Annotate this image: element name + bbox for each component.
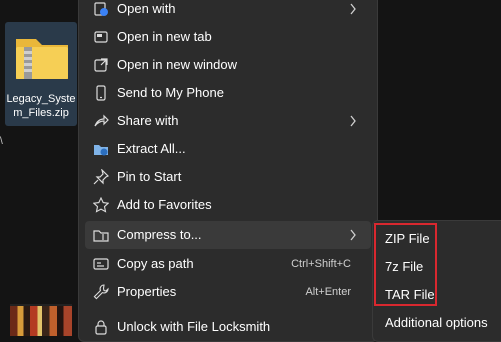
menu-item-label: Share with <box>117 113 179 128</box>
menu-item-send-to-phone[interactable]: Send to My Phone <box>85 79 371 107</box>
file-name-label: Legacy_System_Files.zip <box>6 93 76 119</box>
phone-icon <box>96 85 106 101</box>
menu-item-copy-as-path[interactable]: Copy as path Ctrl+Shift+C <box>85 250 371 278</box>
zip-folder-icon <box>16 39 68 79</box>
menu-item-open-with[interactable]: Open with <box>85 0 371 23</box>
menu-item-add-favorites[interactable]: Add to Favorites <box>85 191 371 219</box>
new-tab-icon <box>94 31 108 43</box>
context-menu: Open with Open in new tab Open in new wi… <box>78 0 378 342</box>
menu-item-open-new-tab[interactable]: Open in new tab <box>85 23 371 51</box>
menu-item-unlock-locksmith[interactable]: Unlock with File Locksmith <box>85 313 371 341</box>
share-icon <box>94 114 109 127</box>
shortcut-label: Alt+Enter <box>305 286 351 298</box>
chevron-right-icon <box>350 3 356 15</box>
chevron-right-icon <box>350 229 356 241</box>
highlight-annotation-box <box>374 223 437 306</box>
menu-item-label: Properties <box>117 284 177 299</box>
menu-item-pin-to-start[interactable]: Pin to Start <box>85 163 371 191</box>
desktop-thumbnail[interactable] <box>10 304 72 336</box>
cursor-edge-mark: \ <box>0 136 3 147</box>
compress-icon <box>93 230 109 242</box>
menu-item-properties[interactable]: Properties Alt+Enter <box>85 278 371 306</box>
wrench-icon <box>93 284 109 300</box>
new-window-icon <box>94 58 108 72</box>
menu-item-label: Compress to... <box>117 227 202 242</box>
menu-item-label: Copy as path <box>117 256 194 271</box>
submenu-item-additional-options[interactable]: Additional options <box>385 314 488 332</box>
menu-item-compress-to[interactable]: Compress to... <box>85 221 371 249</box>
shortcut-label: Ctrl+Shift+C <box>291 258 351 270</box>
star-icon <box>93 197 109 213</box>
menu-item-extract-all[interactable]: Extract All... <box>85 135 371 163</box>
menu-item-label: Extract All... <box>117 141 186 156</box>
extract-icon <box>94 145 108 156</box>
desktop-file-item[interactable]: Legacy_System_Files.zip <box>5 22 77 126</box>
menu-item-open-new-window[interactable]: Open in new window <box>85 51 371 79</box>
lock-icon <box>95 320 107 335</box>
menu-item-label: Open in new tab <box>117 29 212 44</box>
menu-item-label: Unlock with File Locksmith <box>117 319 271 334</box>
menu-item-label: Add to Favorites <box>117 197 212 212</box>
menu-item-share-with[interactable]: Share with <box>85 107 371 135</box>
chevron-right-icon <box>350 115 356 127</box>
pin-icon <box>93 169 109 185</box>
menu-item-label: Open in new window <box>117 57 237 72</box>
menu-item-label: Open with <box>117 1 176 16</box>
open-with-icon <box>94 2 108 16</box>
copy-path-icon <box>93 258 109 270</box>
menu-item-label: Send to My Phone <box>117 85 224 100</box>
menu-item-label: Pin to Start <box>117 169 182 184</box>
